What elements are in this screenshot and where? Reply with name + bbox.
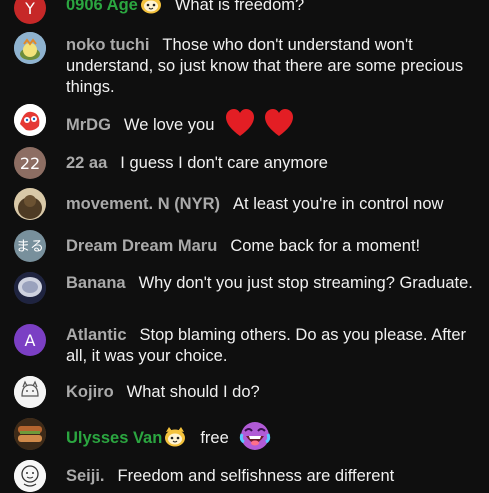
avatar[interactable] <box>14 460 46 492</box>
author-name[interactable]: Kojiro <box>66 383 114 401</box>
avatar-image <box>14 32 46 64</box>
message-body: Banana Why don't you just stop streaming?… <box>66 273 475 294</box>
message-body: 22 aa I guess I don't care anymore <box>66 153 475 174</box>
avatar[interactable] <box>14 188 46 220</box>
message-text: Come back for a moment! <box>230 237 421 255</box>
avatar[interactable] <box>14 376 46 408</box>
member-badge-icon <box>164 427 186 447</box>
member-badge-icon <box>140 0 162 14</box>
red-heart-icon <box>264 109 294 137</box>
avatar[interactable] <box>14 104 46 136</box>
author-name[interactable]: noko tuchi <box>66 36 149 54</box>
avatar[interactable] <box>14 418 46 450</box>
message-text: At least you're in control now <box>233 195 444 213</box>
red-heart-icon <box>225 109 255 137</box>
author-name[interactable]: movement. N (NYR) <box>66 195 220 213</box>
author-name[interactable]: Atlantic <box>66 326 127 344</box>
message-body: Dream Dream Maru Come back for a moment! <box>66 236 475 257</box>
avatar-image <box>14 460 46 492</box>
avatar-initial: 22 <box>19 153 41 173</box>
message-body: Atlantic Stop blaming others. Do as you p… <box>66 325 475 367</box>
avatar[interactable]: A <box>14 324 46 356</box>
author-name[interactable]: 0906 Age <box>66 0 138 14</box>
avatar[interactable]: まる <box>14 230 46 262</box>
message-text: We love you <box>123 116 215 134</box>
message-text: Why don't you just stop streaming? Gradu… <box>138 274 473 292</box>
avatar[interactable]: 22 <box>14 147 46 179</box>
avatar-image <box>14 376 46 408</box>
author-name[interactable]: Banana <box>66 274 126 292</box>
message-body: MrDG We love you <box>66 109 475 137</box>
avatar-image <box>14 418 46 450</box>
laughing-face-icon <box>239 420 271 452</box>
author-name[interactable]: MrDG <box>66 116 111 134</box>
avatar-initial: A <box>24 330 36 350</box>
avatar-initial: Y <box>25 0 35 18</box>
message-body: noko tuchi Those who don't understand won… <box>66 35 475 98</box>
avatar-image <box>14 188 46 220</box>
live-chat-list: Y 0906 Age What is freedom? noko tuchi T… <box>0 0 489 493</box>
avatar-image <box>14 104 46 136</box>
avatar-initial: まる <box>16 239 44 255</box>
avatar-image <box>14 272 46 304</box>
message-body: Ulysses Van free <box>66 420 475 452</box>
avatar[interactable] <box>14 32 46 64</box>
message-text: Freedom and selfishness are different <box>117 467 395 485</box>
author-name[interactable]: Seiji. <box>66 467 105 485</box>
message-body: Seiji. Freedom and selfishness are differ… <box>66 466 475 487</box>
avatar[interactable]: Y <box>14 0 46 24</box>
message-body: Kojiro What should I do? <box>66 382 475 403</box>
message-body: movement. N (NYR) At least you're in cont… <box>66 194 475 215</box>
message-text: free <box>200 429 229 447</box>
message-text: What should I do? <box>126 383 260 401</box>
author-name[interactable]: Dream Dream Maru <box>66 237 217 255</box>
message-body: 0906 Age What is freedom? <box>66 0 475 16</box>
message-text: I guess I don't care anymore <box>120 154 328 172</box>
message-text: What is freedom? <box>174 0 305 14</box>
author-name[interactable]: 22 aa <box>66 154 107 172</box>
avatar[interactable] <box>14 272 46 304</box>
author-name[interactable]: Ulysses Van <box>66 429 162 447</box>
